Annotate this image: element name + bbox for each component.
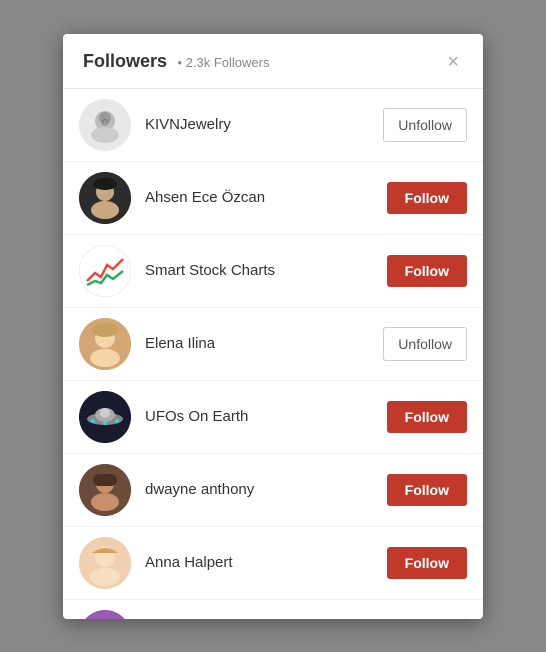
follower-row: Smart Stock ChartsFollow xyxy=(63,235,483,308)
modal-title-area: Followers • 2.3k Followers xyxy=(83,51,269,72)
avatar xyxy=(79,391,131,443)
follower-name: dwayne anthony xyxy=(145,481,387,498)
follower-name: Ahsen Ece Özcan xyxy=(145,189,387,206)
follower-name: Smart Stock Charts xyxy=(145,262,387,279)
close-button[interactable]: × xyxy=(443,50,463,74)
modal-header: Followers • 2.3k Followers × xyxy=(63,34,483,89)
follower-name: UFOs On Earth xyxy=(145,408,387,425)
follow-button[interactable]: Follow xyxy=(387,401,467,433)
follower-row: dwayne anthonyFollow xyxy=(63,454,483,527)
follower-row: ⬡ KIVNJewelryUnfollow xyxy=(63,89,483,162)
follower-name: KIVNJewelry xyxy=(145,116,383,133)
avatar xyxy=(79,537,131,589)
follower-name: Elena Ilina xyxy=(145,335,383,352)
follow-button[interactable]: Follow xyxy=(387,182,467,214)
follower-row: UFOs On EarthFollow xyxy=(63,381,483,454)
avatar xyxy=(79,318,131,370)
modal-title: Followers xyxy=(83,51,167,71)
avatar xyxy=(79,610,131,619)
follower-name: Anna Halpert xyxy=(145,554,387,571)
unfollow-button[interactable]: Unfollow xyxy=(383,108,467,142)
avatar xyxy=(79,464,131,516)
follower-row: Elizabeth ParkerUnfollow xyxy=(63,600,483,619)
avatar xyxy=(79,172,131,224)
unfollow-button[interactable]: Unfollow xyxy=(383,327,467,361)
follow-button[interactable]: Follow xyxy=(387,255,467,287)
follow-button[interactable]: Follow xyxy=(387,474,467,506)
follow-button[interactable]: Follow xyxy=(387,547,467,579)
svg-text:⬡: ⬡ xyxy=(102,118,109,127)
follower-row: Elena IlinaUnfollow xyxy=(63,308,483,381)
followers-modal: Followers • 2.3k Followers × ⬡ KIVNJewel… xyxy=(63,34,483,619)
avatar: ⬡ xyxy=(79,99,131,151)
followers-list: ⬡ KIVNJewelryUnfollow Ahsen Ece ÖzcanFol… xyxy=(63,89,483,619)
follower-row: Anna HalpertFollow xyxy=(63,527,483,600)
avatar xyxy=(79,245,131,297)
follower-row: Ahsen Ece ÖzcanFollow xyxy=(63,162,483,235)
modal-subtitle: • 2.3k Followers xyxy=(177,55,269,70)
